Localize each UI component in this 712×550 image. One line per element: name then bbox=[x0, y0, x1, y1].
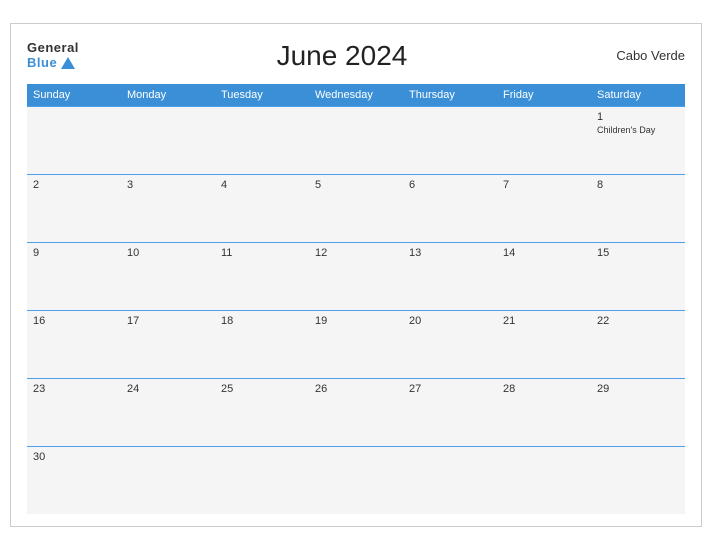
day-cell bbox=[215, 106, 309, 174]
week-row-4: 23 24 25 26 27 28 29 bbox=[27, 378, 685, 446]
logo-blue-text: Blue bbox=[27, 56, 75, 70]
header-tuesday: Tuesday bbox=[215, 84, 309, 107]
day-cell: 21 bbox=[497, 310, 591, 378]
weekday-header-row: Sunday Monday Tuesday Wednesday Thursday… bbox=[27, 84, 685, 107]
day-number: 19 bbox=[315, 315, 397, 327]
day-cell bbox=[497, 106, 591, 174]
day-cell: 14 bbox=[497, 242, 591, 310]
day-cell: 6 bbox=[403, 174, 497, 242]
calendar-container: General Blue June 2024 Cabo Verde Sunday… bbox=[10, 23, 702, 528]
day-cell bbox=[121, 446, 215, 514]
day-number: 18 bbox=[221, 315, 303, 327]
day-number: 24 bbox=[127, 383, 209, 395]
day-number: 11 bbox=[221, 247, 303, 259]
week-row-2: 9 10 11 12 13 14 15 bbox=[27, 242, 685, 310]
day-cell: 22 bbox=[591, 310, 685, 378]
day-cell bbox=[215, 446, 309, 514]
day-number: 4 bbox=[221, 179, 303, 191]
month-title: June 2024 bbox=[79, 40, 605, 72]
day-number: 21 bbox=[503, 315, 585, 327]
day-number: 17 bbox=[127, 315, 209, 327]
day-number: 8 bbox=[597, 179, 679, 191]
day-number: 1 bbox=[597, 111, 679, 123]
logo: General Blue bbox=[27, 41, 79, 70]
day-number: 28 bbox=[503, 383, 585, 395]
day-cell: 26 bbox=[309, 378, 403, 446]
day-number: 6 bbox=[409, 179, 491, 191]
day-cell: 2 bbox=[27, 174, 121, 242]
day-cell: 23 bbox=[27, 378, 121, 446]
day-cell bbox=[403, 446, 497, 514]
day-cell: 11 bbox=[215, 242, 309, 310]
week-row-5: 30 bbox=[27, 446, 685, 514]
day-cell: 30 bbox=[27, 446, 121, 514]
day-cell: 25 bbox=[215, 378, 309, 446]
week-row-3: 16 17 18 19 20 21 22 bbox=[27, 310, 685, 378]
holiday-label: Children's Day bbox=[597, 125, 679, 136]
calendar-table: Sunday Monday Tuesday Wednesday Thursday… bbox=[27, 84, 685, 515]
day-cell: 9 bbox=[27, 242, 121, 310]
day-number: 22 bbox=[597, 315, 679, 327]
day-number: 26 bbox=[315, 383, 397, 395]
day-cell: 20 bbox=[403, 310, 497, 378]
day-number: 23 bbox=[33, 383, 115, 395]
day-cell: 1 Children's Day bbox=[591, 106, 685, 174]
header-saturday: Saturday bbox=[591, 84, 685, 107]
header-sunday: Sunday bbox=[27, 84, 121, 107]
day-cell bbox=[591, 446, 685, 514]
day-cell: 18 bbox=[215, 310, 309, 378]
day-number: 30 bbox=[33, 451, 115, 463]
day-number: 25 bbox=[221, 383, 303, 395]
day-cell: 16 bbox=[27, 310, 121, 378]
calendar-header: General Blue June 2024 Cabo Verde bbox=[27, 40, 685, 72]
day-cell bbox=[121, 106, 215, 174]
day-cell: 28 bbox=[497, 378, 591, 446]
day-number: 20 bbox=[409, 315, 491, 327]
day-cell: 8 bbox=[591, 174, 685, 242]
day-number: 7 bbox=[503, 179, 585, 191]
day-cell: 27 bbox=[403, 378, 497, 446]
day-number: 29 bbox=[597, 383, 679, 395]
day-cell bbox=[403, 106, 497, 174]
day-cell bbox=[497, 446, 591, 514]
day-cell: 19 bbox=[309, 310, 403, 378]
day-cell bbox=[27, 106, 121, 174]
header-thursday: Thursday bbox=[403, 84, 497, 107]
week-row-0: 1 Children's Day bbox=[27, 106, 685, 174]
week-row-1: 2345678 bbox=[27, 174, 685, 242]
day-cell: 15 bbox=[591, 242, 685, 310]
day-number: 9 bbox=[33, 247, 115, 259]
day-number: 15 bbox=[597, 247, 679, 259]
day-number: 2 bbox=[33, 179, 115, 191]
day-cell: 24 bbox=[121, 378, 215, 446]
day-number: 12 bbox=[315, 247, 397, 259]
day-cell: 29 bbox=[591, 378, 685, 446]
day-number: 13 bbox=[409, 247, 491, 259]
day-cell bbox=[309, 446, 403, 514]
day-cell bbox=[309, 106, 403, 174]
day-cell: 12 bbox=[309, 242, 403, 310]
country-label: Cabo Verde bbox=[605, 48, 685, 63]
day-cell: 3 bbox=[121, 174, 215, 242]
header-monday: Monday bbox=[121, 84, 215, 107]
day-number: 14 bbox=[503, 247, 585, 259]
day-number: 16 bbox=[33, 315, 115, 327]
header-friday: Friday bbox=[497, 84, 591, 107]
day-cell: 5 bbox=[309, 174, 403, 242]
day-cell: 10 bbox=[121, 242, 215, 310]
header-wednesday: Wednesday bbox=[309, 84, 403, 107]
logo-general-text: General bbox=[27, 41, 79, 55]
day-number: 10 bbox=[127, 247, 209, 259]
day-cell: 13 bbox=[403, 242, 497, 310]
logo-triangle-icon bbox=[61, 57, 75, 69]
day-cell: 7 bbox=[497, 174, 591, 242]
day-number: 3 bbox=[127, 179, 209, 191]
day-number: 27 bbox=[409, 383, 491, 395]
day-cell: 17 bbox=[121, 310, 215, 378]
calendar-body: 1Children's Day2345678910111213141516171… bbox=[27, 106, 685, 514]
day-number: 5 bbox=[315, 179, 397, 191]
day-cell: 4 bbox=[215, 174, 309, 242]
